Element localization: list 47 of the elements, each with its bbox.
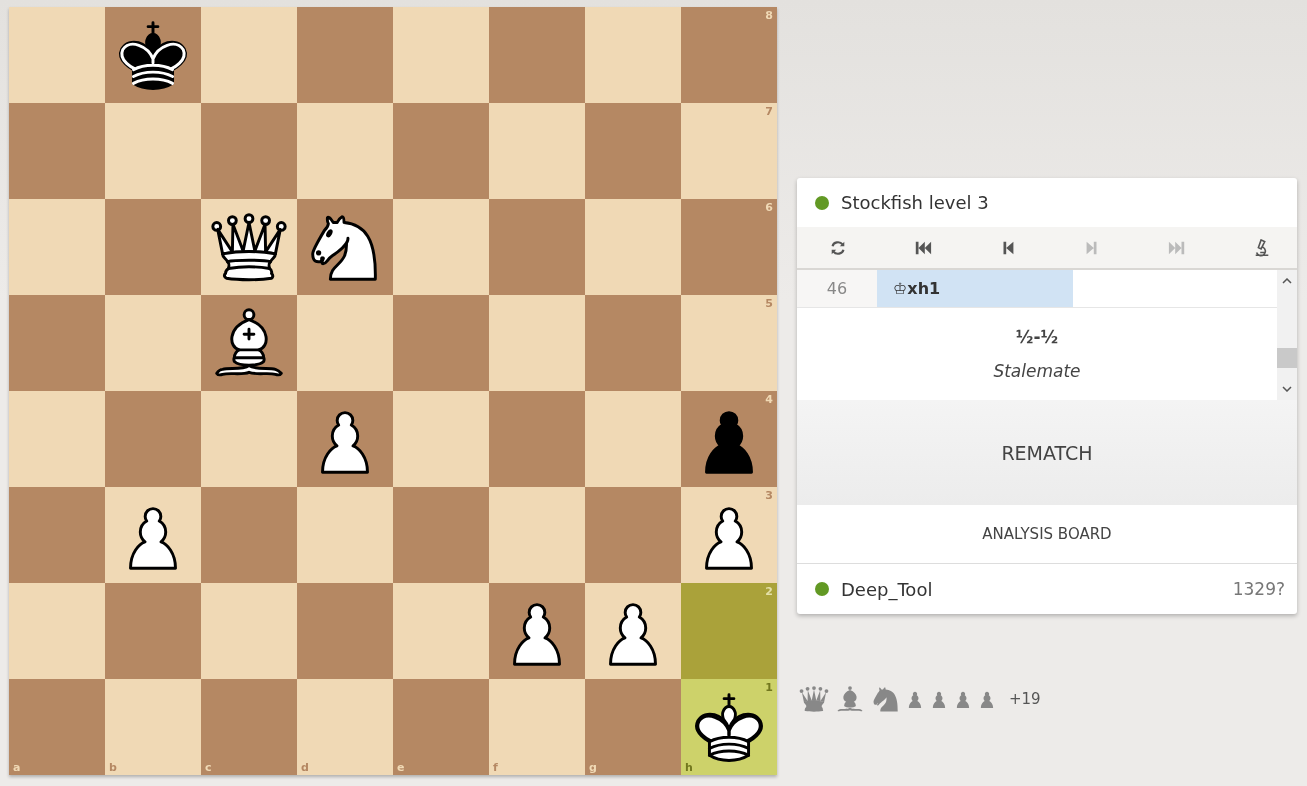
- file-label: a: [13, 761, 21, 774]
- scroll-up-icon[interactable]: [1282, 278, 1292, 284]
- file-label: b: [109, 761, 117, 774]
- rank-label: 5: [765, 297, 773, 310]
- board-square[interactable]: 3: [681, 487, 777, 583]
- analysis-board-button[interactable]: ANALYSIS BOARD: [797, 505, 1297, 563]
- scroll-down-icon[interactable]: [1282, 386, 1292, 392]
- microscope-icon: [1253, 238, 1271, 257]
- board-square[interactable]: 2: [681, 583, 777, 679]
- file-label: d: [301, 761, 309, 774]
- rank-label: 4: [765, 393, 773, 406]
- rotate-icon: [829, 238, 847, 257]
- opponent-name[interactable]: Stockfish level 3: [841, 192, 989, 213]
- board-square[interactable]: 5: [681, 295, 777, 391]
- result-reason: Stalemate: [993, 361, 1081, 381]
- board-square[interactable]: f: [489, 679, 585, 775]
- file-label: f: [493, 761, 498, 774]
- rank-label: 8: [765, 9, 773, 22]
- rank-label: 6: [765, 201, 773, 214]
- scroll-thumb[interactable]: [1277, 347, 1297, 368]
- board-square[interactable]: 8: [681, 7, 777, 103]
- player-name[interactable]: Deep_Tool: [841, 578, 933, 600]
- move-entry[interactable]: ♔xh1: [877, 270, 1073, 307]
- board-square[interactable]: b: [105, 679, 201, 775]
- board-square[interactable]: a: [9, 679, 105, 775]
- board-square[interactable]: c: [201, 679, 297, 775]
- board-square[interactable]: 6: [681, 199, 777, 295]
- file-label: c: [205, 761, 212, 774]
- file-label: g: [589, 761, 597, 774]
- rank-label: 1: [765, 681, 773, 694]
- scrollbar[interactable]: [1277, 270, 1297, 400]
- board-square[interactable]: e: [393, 679, 489, 775]
- game-result: ½-½: [1015, 327, 1059, 347]
- move-number: 46: [797, 270, 877, 307]
- file-label: h: [685, 761, 693, 774]
- board-square[interactable]: 1 h: [681, 679, 777, 775]
- board-square[interactable]: d: [297, 679, 393, 775]
- board-square[interactable]: 4: [681, 391, 777, 487]
- rank-label: 7: [765, 105, 773, 118]
- file-label: e: [397, 761, 405, 774]
- board-square[interactable]: g: [585, 679, 681, 775]
- rematch-button[interactable]: REMATCH: [797, 400, 1297, 505]
- rank-label: 3: [765, 489, 773, 502]
- player-rating: 1329?: [1232, 579, 1285, 599]
- rank-label: 2: [765, 585, 773, 598]
- material-score: +19: [1009, 690, 1041, 708]
- board-square[interactable]: 7: [681, 103, 777, 199]
